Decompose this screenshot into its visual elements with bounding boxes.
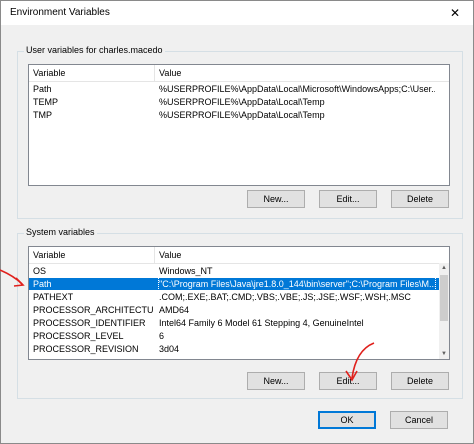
annotation-arrow-icon: [0, 269, 375, 382]
